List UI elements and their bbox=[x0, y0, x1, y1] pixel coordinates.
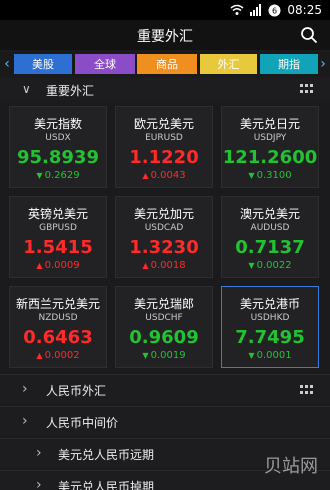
price-change: ▲ 0.0002 bbox=[10, 350, 106, 361]
currency-pair-code: USDCHF bbox=[145, 313, 183, 323]
currency-pair-code: NZDUSD bbox=[38, 313, 78, 323]
watermark: 贝站网 bbox=[264, 456, 318, 477]
card-usdchf[interactable]: 美元兑瑞郎 USDCHF 0.9609 ▼ 0.0019 bbox=[115, 286, 213, 368]
currency-pair-name: 美元指数 bbox=[33, 117, 82, 131]
chevron-right-icon: › bbox=[22, 381, 28, 397]
forex-cards-grid: 美元指数 USDX 95.8939 ▼ 0.2629 欧元兑美元 EURUSD 1.1220 ▲… bbox=[9, 106, 321, 372]
grid-view-icon[interactable] bbox=[300, 385, 314, 395]
triangle-down-icon: ▼ bbox=[142, 351, 149, 360]
card-usdx[interactable]: 美元指数 USDX 95.8939 ▼ 0.2629 bbox=[9, 106, 107, 188]
triangle-up-icon: ▲ bbox=[142, 261, 149, 270]
svg-text:6: 6 bbox=[272, 6, 277, 15]
currency-pair-code: USDX bbox=[45, 133, 71, 143]
price-change: ▼ 0.0019 bbox=[116, 350, 212, 361]
triangle-up-icon: ▲ bbox=[36, 351, 43, 360]
chevron-down-icon: ∨ bbox=[22, 82, 31, 96]
search-icon[interactable] bbox=[300, 26, 318, 44]
change-value: 0.2629 bbox=[44, 170, 80, 181]
card-nzdusd[interactable]: 新西兰元兑美元 NZDUSD 0.6463 ▲ 0.0002 bbox=[9, 286, 107, 368]
currency-pair-code: USDCAD bbox=[144, 223, 184, 233]
price-value: 0.6463 bbox=[23, 327, 93, 348]
tab-global[interactable]: 全球 bbox=[75, 54, 135, 74]
price-change: ▼ 0.2629 bbox=[10, 170, 106, 181]
change-value: 0.0001 bbox=[256, 350, 292, 361]
triangle-down-icon: ▼ bbox=[248, 351, 255, 360]
triangle-down-icon: ▼ bbox=[248, 261, 255, 270]
tab-scroll-right-icon[interactable]: › bbox=[318, 52, 328, 76]
battery-icon: 6 bbox=[268, 4, 281, 16]
price-value: 0.7137 bbox=[235, 237, 305, 258]
chevron-right-icon: › bbox=[22, 413, 28, 429]
price-change: ▲ 0.0043 bbox=[116, 170, 212, 181]
grid-view-icon[interactable] bbox=[300, 84, 314, 94]
chevron-right-icon: › bbox=[36, 477, 42, 490]
price-value: 0.9609 bbox=[129, 327, 199, 348]
price-value: 95.8939 bbox=[17, 147, 99, 168]
wifi-icon bbox=[230, 4, 244, 15]
chevron-right-icon: › bbox=[36, 445, 42, 461]
price-change: ▲ 0.0009 bbox=[10, 260, 106, 271]
currency-pair-name: 美元兑日元 bbox=[239, 117, 300, 131]
list-row-rmb-central-parity[interactable]: › 人民币中间价 bbox=[0, 406, 330, 436]
page-title: 重要外汇 bbox=[137, 29, 193, 45]
currency-pair-name: 澳元兑美元 bbox=[239, 207, 300, 221]
change-value: 0.0043 bbox=[150, 170, 186, 181]
price-value: 7.7495 bbox=[235, 327, 305, 348]
currency-pair-name: 美元兑港币 bbox=[239, 297, 300, 311]
triangle-up-icon: ▲ bbox=[142, 171, 149, 180]
tab-index-futures[interactable]: 期指 bbox=[260, 54, 318, 74]
category-tabs: ‹ 美股 全球 商品 外汇 期指 › bbox=[0, 52, 330, 76]
currency-pair-code: USDHKD bbox=[250, 313, 290, 323]
status-bar-right: 6 08:25 bbox=[230, 0, 322, 20]
price-change: ▼ 0.0022 bbox=[222, 260, 318, 271]
tab-scroll-left-icon[interactable]: ‹ bbox=[2, 52, 12, 76]
change-value: 0.0018 bbox=[150, 260, 186, 271]
signal-icon bbox=[250, 4, 262, 16]
price-change: ▼ 0.3100 bbox=[222, 170, 318, 181]
change-value: 0.0019 bbox=[150, 350, 186, 361]
currency-pair-code: EURUSD bbox=[145, 133, 183, 143]
section-title: 重要外汇 bbox=[46, 84, 95, 98]
currency-pair-code: GBPUSD bbox=[39, 223, 77, 233]
change-value: 0.0022 bbox=[256, 260, 292, 271]
section-header[interactable]: ∨ 重要外汇 bbox=[0, 78, 330, 100]
card-gbpusd[interactable]: 英镑兑美元 GBPUSD 1.5415 ▲ 0.0009 bbox=[9, 196, 107, 278]
currency-pair-code: USDJPY bbox=[253, 133, 287, 143]
currency-pair-name: 欧元兑美元 bbox=[133, 117, 194, 131]
status-time: 08:25 bbox=[287, 3, 322, 17]
currency-pair-name: 美元兑加元 bbox=[133, 207, 194, 221]
app-header: 重要外汇 bbox=[0, 20, 330, 50]
tab-us-stocks[interactable]: 美股 bbox=[14, 54, 72, 74]
price-value: 121.2600 bbox=[222, 147, 318, 168]
price-change: ▼ 0.0001 bbox=[222, 350, 318, 361]
change-value: 0.3100 bbox=[256, 170, 292, 181]
card-eurusd[interactable]: 欧元兑美元 EURUSD 1.1220 ▲ 0.0043 bbox=[115, 106, 213, 188]
tab-forex[interactable]: 外汇 bbox=[200, 54, 257, 74]
currency-pair-name: 美元兑瑞郎 bbox=[133, 297, 194, 311]
triangle-down-icon: ▼ bbox=[248, 171, 255, 180]
price-value: 1.5415 bbox=[23, 237, 93, 258]
price-value: 1.3230 bbox=[129, 237, 199, 258]
list-row-rmb-forex[interactable]: › 人民币外汇 bbox=[0, 374, 330, 404]
tab-commodities[interactable]: 商品 bbox=[137, 54, 197, 74]
currency-pair-name: 新西兰元兑美元 bbox=[15, 297, 100, 311]
status-bar: 6 08:25 bbox=[0, 0, 330, 20]
currency-pair-name: 英镑兑美元 bbox=[27, 207, 88, 221]
price-value: 1.1220 bbox=[129, 147, 199, 168]
price-change: ▲ 0.0018 bbox=[116, 260, 212, 271]
currency-pair-code: AUDUSD bbox=[250, 223, 290, 233]
triangle-down-icon: ▼ bbox=[36, 171, 43, 180]
card-usdcad[interactable]: 美元兑加元 USDCAD 1.3230 ▲ 0.0018 bbox=[115, 196, 213, 278]
card-usdhkd[interactable]: 美元兑港币 USDHKD 7.7495 ▼ 0.0001 bbox=[221, 286, 319, 368]
change-value: 0.0009 bbox=[44, 260, 80, 271]
change-value: 0.0002 bbox=[44, 350, 80, 361]
card-audusd[interactable]: 澳元兑美元 AUDUSD 0.7137 ▼ 0.0022 bbox=[221, 196, 319, 278]
card-usdjpy[interactable]: 美元兑日元 USDJPY 121.2600 ▼ 0.3100 bbox=[221, 106, 319, 188]
triangle-up-icon: ▲ bbox=[36, 261, 43, 270]
